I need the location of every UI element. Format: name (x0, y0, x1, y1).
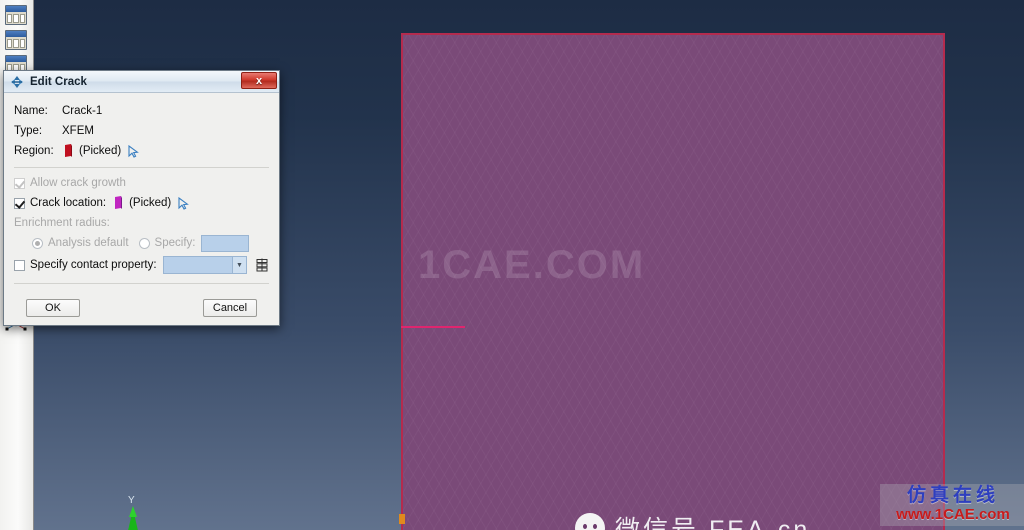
site-watermark-url: www.1CAE.com (896, 505, 1010, 523)
region-row[interactable]: Region: (Picked) (14, 141, 269, 161)
bottom-logo-text: 微信号 FEA-cn (615, 516, 811, 530)
site-watermark: 仿真在线 www.1CAE.com (880, 484, 1024, 527)
crack-location-label: Crack location: (30, 197, 107, 209)
part-corner-marker (399, 514, 405, 524)
type-label: Type: (14, 125, 43, 137)
allow-crack-growth-label: Allow crack growth (30, 177, 126, 189)
region-face-icon (65, 144, 72, 157)
abaqus-diamond-icon (11, 75, 23, 88)
pick-cursor-icon-2[interactable] (178, 196, 190, 210)
dialog-title: Edit Crack (30, 75, 87, 88)
divider-2 (14, 283, 269, 284)
model-tree-icon-2[interactable] (5, 30, 27, 50)
edit-crack-dialog[interactable]: Edit Crack x Name: Crack-1 Type: XFEM Re… (3, 70, 280, 326)
specify-contact-property-checkbox[interactable] (14, 259, 25, 271)
axis-label-y: Y (128, 495, 135, 506)
chevron-down-icon[interactable]: ▼ (232, 257, 246, 273)
specify-contact-property-label: Specify contact property: (30, 259, 157, 271)
enrichment-options-row: Analysis default Specify: (14, 233, 269, 253)
dialog-titlebar[interactable]: Edit Crack x (4, 71, 279, 93)
bottom-logo: 微信号 FEA-cn (575, 510, 810, 530)
center-watermark: 1CAE.COM (418, 243, 646, 287)
allow-crack-growth-row: Allow crack growth (14, 173, 269, 193)
specify-radius-label: Specify: (154, 237, 196, 249)
crack-seam-line (401, 326, 465, 328)
dialog-button-row: OK Cancel (4, 295, 279, 325)
contact-property-combo[interactable]: ▼ (162, 256, 247, 274)
specify-radius-radio (138, 237, 150, 249)
site-watermark-chinese: 仿真在线 (906, 485, 999, 506)
crack-location-value: (Picked) (129, 197, 172, 209)
cancel-button[interactable]: Cancel (203, 299, 257, 317)
enrichment-radius-label: Enrichment radius: (14, 217, 110, 229)
face-logo-icon (575, 513, 605, 530)
axis-triad: Y (112, 495, 160, 530)
analysis-default-radio (32, 237, 43, 249)
divider-1 (14, 167, 269, 168)
enrichment-radius-input (201, 234, 250, 252)
crack-location-face-icon (115, 196, 123, 209)
abaqus-viewport[interactable]: 1CAE.COM 微信号 FEA-cn 仿真在线 www.1CAE.com Y (0, 0, 1024, 530)
triad-arrow-icon (128, 506, 138, 530)
type-row: Type: XFEM (14, 121, 269, 141)
model-tree-icon-1[interactable] (5, 5, 27, 25)
icon-body (6, 12, 26, 24)
dialog-body: Name: Crack-1 Type: XFEM Region: (Picked… (4, 93, 279, 295)
name-row: Name: Crack-1 (14, 101, 269, 121)
name-value: Crack-1 (62, 105, 103, 117)
analysis-default-label: Analysis default (48, 237, 129, 249)
edit-interaction-property-icon[interactable] (255, 258, 269, 272)
allow-crack-growth-checkbox (14, 177, 25, 189)
enrichment-radius-row: Enrichment radius: (14, 213, 269, 233)
name-label: Name: (14, 105, 48, 117)
crack-location-row[interactable]: Crack location: (Picked) (14, 193, 269, 213)
close-icon[interactable]: x (241, 72, 277, 89)
ok-button[interactable]: OK (26, 299, 80, 317)
region-label: Region: (14, 145, 54, 157)
contact-property-row[interactable]: Specify contact property: ▼ (14, 253, 269, 277)
type-value: XFEM (62, 125, 94, 137)
icon-body (6, 37, 26, 49)
pick-cursor-icon[interactable] (128, 144, 140, 158)
contact-property-value (164, 257, 232, 273)
crack-location-checkbox[interactable] (14, 197, 25, 209)
region-value: (Picked) (79, 145, 122, 157)
